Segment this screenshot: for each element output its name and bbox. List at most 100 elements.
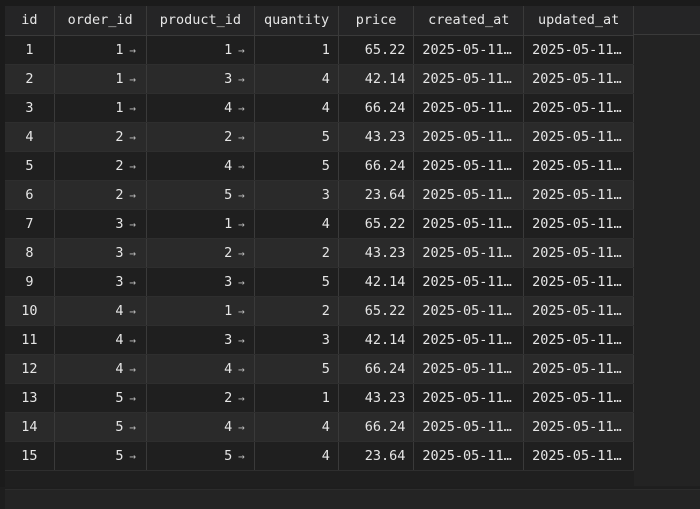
cell-quantity[interactable]: 5: [254, 267, 339, 297]
arrow-right-icon[interactable]: →: [236, 160, 246, 173]
cell-created-at[interactable]: 2025-05-11…: [413, 325, 525, 355]
cell-created-at[interactable]: 2025-05-11…: [413, 383, 525, 413]
cell-price[interactable]: 43.23: [338, 122, 415, 152]
cell-id[interactable]: 11: [5, 325, 55, 355]
cell-price[interactable]: 42.14: [338, 64, 415, 94]
table-row[interactable]: 4 2 → 2 → 5 43.23 2025-05-11… 2025-05-11…: [5, 122, 634, 152]
arrow-right-icon[interactable]: →: [236, 189, 246, 202]
cell-created-at[interactable]: 2025-05-11…: [413, 35, 525, 65]
cell-product-id[interactable]: 2 →: [146, 122, 256, 152]
cell-quantity[interactable]: 4: [254, 93, 339, 123]
cell-order-id[interactable]: 3 →: [54, 209, 147, 239]
table-row[interactable]: 12 4 → 4 → 5 66.24 2025-05-11… 2025-05-11…: [5, 354, 634, 384]
arrow-right-icon[interactable]: →: [128, 305, 138, 318]
table-row[interactable]: 9 3 → 3 → 5 42.14 2025-05-11… 2025-05-11…: [5, 267, 634, 297]
cell-price[interactable]: 43.23: [338, 383, 415, 413]
cell-order-id[interactable]: 1 →: [54, 35, 147, 65]
arrow-right-icon[interactable]: →: [128, 421, 138, 434]
cell-price[interactable]: 23.64: [338, 180, 415, 210]
arrow-right-icon[interactable]: →: [128, 73, 138, 86]
arrow-right-icon[interactable]: →: [236, 247, 246, 260]
cell-price[interactable]: 42.14: [338, 267, 415, 297]
arrow-right-icon[interactable]: →: [236, 450, 246, 463]
arrow-right-icon[interactable]: →: [128, 276, 138, 289]
table-row[interactable]: 6 2 → 5 → 3 23.64 2025-05-11… 2025-05-11…: [5, 180, 634, 210]
cell-quantity[interactable]: 4: [254, 64, 339, 94]
column-header-updated-at[interactable]: updated_at: [523, 6, 634, 36]
cell-created-at[interactable]: 2025-05-11…: [413, 267, 525, 297]
cell-id[interactable]: 14: [5, 412, 55, 442]
cell-created-at[interactable]: 2025-05-11…: [413, 412, 525, 442]
cell-created-at[interactable]: 2025-05-11…: [413, 354, 525, 384]
cell-order-id[interactable]: 1 →: [54, 64, 147, 94]
table-row[interactable]: 7 3 → 1 → 4 65.22 2025-05-11… 2025-05-11…: [5, 209, 634, 239]
table-row[interactable]: 2 1 → 3 → 4 42.14 2025-05-11… 2025-05-11…: [5, 64, 634, 94]
cell-order-id[interactable]: 5 →: [54, 441, 147, 471]
cell-product-id[interactable]: 3 →: [146, 325, 256, 355]
cell-updated-at[interactable]: 2025-05-11…: [523, 354, 634, 384]
cell-id[interactable]: 3: [5, 93, 55, 123]
cell-quantity[interactable]: 5: [254, 151, 339, 181]
arrow-right-icon[interactable]: →: [128, 363, 138, 376]
arrow-right-icon[interactable]: →: [236, 305, 246, 318]
cell-order-id[interactable]: 2 →: [54, 180, 147, 210]
cell-created-at[interactable]: 2025-05-11…: [413, 64, 525, 94]
cell-quantity[interactable]: 4: [254, 412, 339, 442]
cell-order-id[interactable]: 3 →: [54, 267, 147, 297]
arrow-right-icon[interactable]: →: [236, 363, 246, 376]
arrow-right-icon[interactable]: →: [128, 392, 138, 405]
cell-order-id[interactable]: 4 →: [54, 296, 147, 326]
cell-product-id[interactable]: 4 →: [146, 151, 256, 181]
cell-id[interactable]: 8: [5, 238, 55, 268]
column-header-order-id[interactable]: order_id: [54, 6, 147, 36]
column-header-id[interactable]: id: [5, 6, 55, 36]
arrow-right-icon[interactable]: →: [236, 131, 246, 144]
cell-updated-at[interactable]: 2025-05-11…: [523, 412, 634, 442]
arrow-right-icon[interactable]: →: [236, 421, 246, 434]
cell-product-id[interactable]: 3 →: [146, 267, 256, 297]
cell-quantity[interactable]: 3: [254, 180, 339, 210]
column-header-quantity[interactable]: quantity: [254, 6, 339, 36]
cell-product-id[interactable]: 2 →: [146, 383, 256, 413]
cell-price[interactable]: 65.22: [338, 209, 415, 239]
cell-id[interactable]: 4: [5, 122, 55, 152]
cell-order-id[interactable]: 4 →: [54, 325, 147, 355]
cell-updated-at[interactable]: 2025-05-11…: [523, 180, 634, 210]
cell-price[interactable]: 66.24: [338, 93, 415, 123]
cell-quantity[interactable]: 1: [254, 35, 339, 65]
cell-updated-at[interactable]: 2025-05-11…: [523, 441, 634, 471]
cell-order-id[interactable]: 3 →: [54, 238, 147, 268]
cell-product-id[interactable]: 5 →: [146, 441, 256, 471]
table-row[interactable]: 15 5 → 5 → 4 23.64 2025-05-11… 2025-05-11…: [5, 441, 634, 471]
table-row[interactable]: 14 5 → 4 → 4 66.24 2025-05-11… 2025-05-11…: [5, 412, 634, 442]
cell-price[interactable]: 66.24: [338, 412, 415, 442]
cell-created-at[interactable]: 2025-05-11…: [413, 296, 525, 326]
table-row[interactable]: 10 4 → 1 → 2 65.22 2025-05-11… 2025-05-11…: [5, 296, 634, 326]
cell-id[interactable]: 13: [5, 383, 55, 413]
cell-order-id[interactable]: 5 →: [54, 383, 147, 413]
cell-id[interactable]: 9: [5, 267, 55, 297]
cell-quantity[interactable]: 1: [254, 383, 339, 413]
table-row[interactable]: 1 1 → 1 → 1 65.22 2025-05-11… 2025-05-11…: [5, 35, 634, 65]
cell-order-id[interactable]: 2 →: [54, 122, 147, 152]
cell-price[interactable]: 65.22: [338, 296, 415, 326]
cell-product-id[interactable]: 4 →: [146, 93, 256, 123]
cell-updated-at[interactable]: 2025-05-11…: [523, 296, 634, 326]
table-row[interactable]: 3 1 → 4 → 4 66.24 2025-05-11… 2025-05-11…: [5, 93, 634, 123]
cell-product-id[interactable]: 3 →: [146, 64, 256, 94]
table-row[interactable]: 11 4 → 3 → 3 42.14 2025-05-11… 2025-05-11…: [5, 325, 634, 355]
cell-quantity[interactable]: 5: [254, 354, 339, 384]
cell-updated-at[interactable]: 2025-05-11…: [523, 209, 634, 239]
cell-id[interactable]: 10: [5, 296, 55, 326]
arrow-right-icon[interactable]: →: [128, 160, 138, 173]
cell-id[interactable]: 1: [5, 35, 55, 65]
cell-updated-at[interactable]: 2025-05-11…: [523, 238, 634, 268]
cell-updated-at[interactable]: 2025-05-11…: [523, 383, 634, 413]
cell-updated-at[interactable]: 2025-05-11…: [523, 267, 634, 297]
cell-product-id[interactable]: 2 →: [146, 238, 256, 268]
arrow-right-icon[interactable]: →: [236, 44, 246, 57]
column-header-product-id[interactable]: product_id: [146, 6, 256, 36]
cell-updated-at[interactable]: 2025-05-11…: [523, 35, 634, 65]
table-row[interactable]: 5 2 → 4 → 5 66.24 2025-05-11… 2025-05-11…: [5, 151, 634, 181]
cell-price[interactable]: 65.22: [338, 35, 415, 65]
